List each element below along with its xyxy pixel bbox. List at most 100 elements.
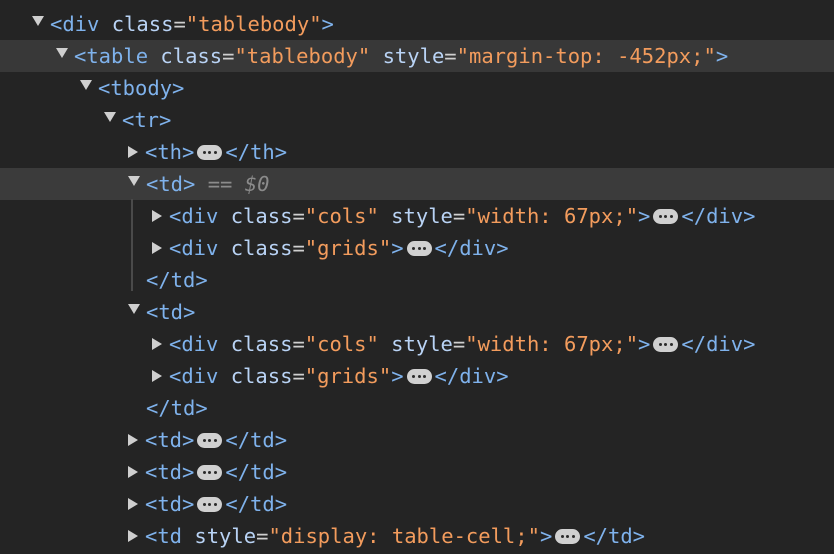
markup-token: "display: table-cell;": [268, 524, 540, 548]
markup-token: =: [452, 204, 466, 228]
triangle-right-icon[interactable]: [128, 498, 138, 510]
dom-node-row[interactable]: <td>: [0, 296, 834, 328]
markup-token: <td>: [146, 172, 196, 196]
triangle-right-icon[interactable]: [128, 466, 138, 478]
dom-node-row[interactable]: <div class = "cols" style = "width: 67px;" > <…: [0, 328, 834, 360]
markup-token: "cols": [304, 204, 379, 228]
triangle-right-icon[interactable]: [152, 370, 162, 382]
markup-token: class: [230, 364, 293, 388]
markup-token: </td>: [225, 492, 288, 516]
markup-token: style: [378, 204, 453, 228]
markup-token: >: [391, 364, 404, 388]
markup-token: >: [321, 12, 334, 36]
markup-token: "cols": [304, 332, 379, 356]
markup-token: <td>: [146, 300, 196, 324]
markup-token: =: [292, 332, 305, 356]
ellipsis-icon[interactable]: [406, 368, 432, 384]
ellipsis-icon[interactable]: [197, 432, 223, 448]
markup-token: =: [452, 332, 466, 356]
markup-token: <div: [169, 204, 231, 228]
elements-tree: <div class = "tablebody" > <table class = "tab…: [0, 0, 834, 554]
dom-node-row[interactable]: <td style = "display: table-cell;" > </td>: [0, 520, 834, 552]
markup-token: </div>: [434, 236, 509, 260]
markup-token: =: [222, 44, 235, 68]
dom-node-row[interactable]: </td>: [0, 392, 834, 424]
triangle-down-icon[interactable]: [80, 80, 92, 90]
markup-token: =: [444, 44, 457, 68]
markup-token: <tbody>: [98, 76, 185, 100]
markup-token: <th>: [145, 140, 195, 164]
triangle-right-icon[interactable]: [152, 210, 162, 222]
dom-node-row[interactable]: <tbody>: [0, 72, 834, 104]
triangle-down-icon[interactable]: [128, 176, 140, 186]
markup-token: =: [256, 524, 269, 548]
dom-node-row[interactable]: </td>: [0, 264, 834, 296]
dom-node-row[interactable]: <table class = "tablebody" style = "margin-t…: [0, 40, 834, 72]
triangle-right-icon[interactable]: [152, 338, 162, 350]
markup-token: style: [378, 332, 453, 356]
markup-token: =: [292, 204, 305, 228]
markup-token: >: [391, 236, 404, 260]
ellipsis-icon[interactable]: [197, 496, 223, 512]
triangle-down-icon[interactable]: [128, 304, 140, 314]
dom-node-row[interactable]: <th> </th>: [0, 136, 834, 168]
triangle-down-icon[interactable]: [104, 112, 116, 122]
markup-token: ==: [195, 172, 245, 196]
ellipsis-icon[interactable]: [555, 528, 581, 544]
markup-token: >: [539, 524, 553, 548]
markup-token: <table: [74, 44, 161, 68]
markup-token: >: [638, 332, 651, 356]
markup-token: $0: [244, 172, 270, 196]
markup-token: style: [194, 524, 257, 548]
markup-token: "width: 67px;": [465, 204, 639, 228]
ellipsis-icon[interactable]: [653, 336, 679, 352]
markup-token: class: [230, 332, 293, 356]
markup-token: </div>: [434, 364, 509, 388]
markup-token: <td: [145, 524, 195, 548]
dom-node-row[interactable]: <td> </td>: [0, 456, 834, 488]
markup-token: "grids": [304, 236, 392, 260]
triangle-right-icon[interactable]: [152, 242, 162, 254]
dom-node-row[interactable]: <div class = "tablebody" >: [0, 8, 834, 40]
markup-token: >: [638, 204, 651, 228]
dom-node-row[interactable]: <div class = "cols" style = "width: 67px;" > <…: [0, 200, 834, 232]
triangle-right-icon[interactable]: [128, 434, 138, 446]
markup-token: <div: [169, 236, 231, 260]
markup-token: </td>: [146, 268, 208, 292]
triangle-down-icon[interactable]: [32, 16, 44, 26]
ellipsis-icon[interactable]: [197, 464, 223, 480]
dom-node-row[interactable]: <div class = "grids" > </div>: [0, 360, 834, 392]
ellipsis-icon[interactable]: [653, 208, 679, 224]
markup-token: <td>: [145, 492, 195, 516]
dom-node-row[interactable]: <div class = "grids" > </div>: [0, 232, 834, 264]
markup-token: "grids": [304, 364, 392, 388]
ellipsis-icon[interactable]: [197, 144, 223, 160]
markup-token: </td>: [146, 396, 208, 420]
markup-token: class: [230, 204, 293, 228]
markup-token: </div>: [681, 332, 756, 356]
markup-token: <td>: [145, 460, 195, 484]
dom-node-row[interactable]: <td> </td>: [0, 488, 834, 520]
markup-token: =: [173, 12, 186, 36]
markup-token: </th>: [225, 140, 288, 164]
markup-token: class: [160, 44, 223, 68]
triangle-down-icon[interactable]: [56, 48, 68, 58]
triangle-right-icon[interactable]: [128, 146, 138, 158]
ellipsis-icon[interactable]: [406, 240, 432, 256]
triangle-right-icon[interactable]: [128, 530, 138, 542]
dom-node-row[interactable]: <tr>: [0, 104, 834, 136]
markup-token: </td>: [225, 460, 288, 484]
dom-node-row[interactable]: <td> == $0: [0, 168, 834, 200]
markup-token: >: [715, 44, 729, 68]
dom-node-row[interactable]: <td> </td>: [0, 424, 834, 456]
markup-token: </td>: [583, 524, 646, 548]
markup-token: <div: [169, 332, 231, 356]
markup-token: <div: [169, 364, 231, 388]
markup-token: </div>: [681, 204, 756, 228]
markup-token: style: [370, 44, 445, 68]
markup-token: "tablebody": [185, 12, 322, 36]
markup-token: "width: 67px;": [465, 332, 639, 356]
markup-token: </td>: [225, 428, 288, 452]
markup-token: =: [292, 236, 305, 260]
markup-token: class: [111, 12, 174, 36]
